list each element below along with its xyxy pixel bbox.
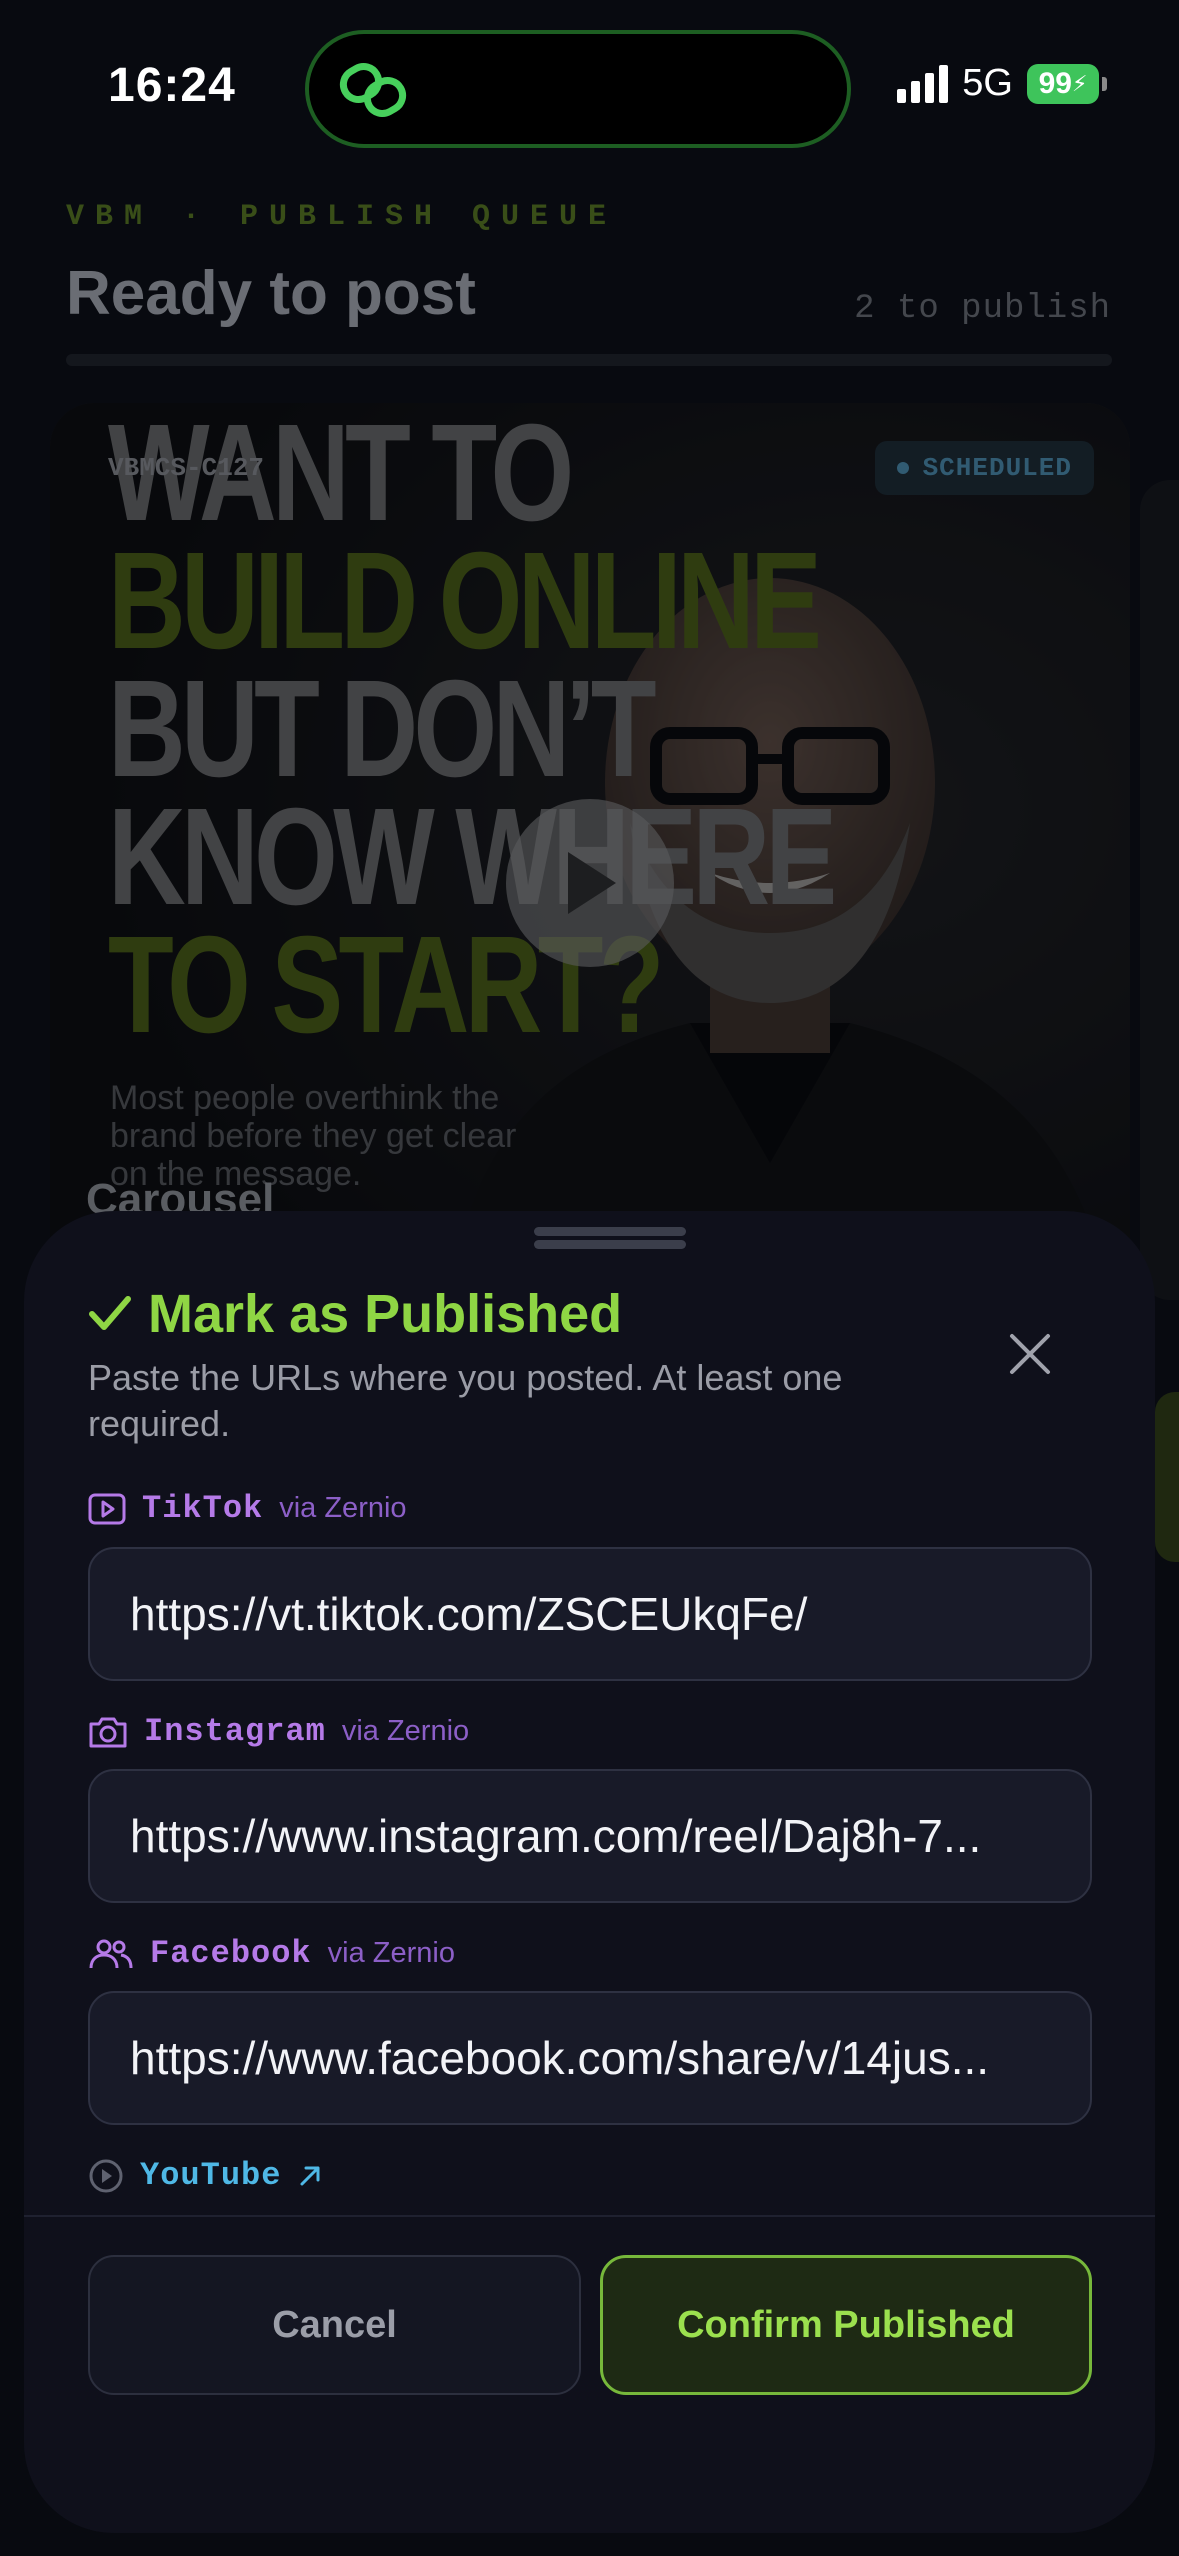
instagram-url-value: https://www.instagram.com/reel/Daj8h-7..… <box>130 1810 982 1862</box>
battery-icon: 99 ⚡ <box>1027 63 1107 104</box>
battery-level: 99 <box>1038 66 1072 100</box>
signal-icon <box>897 64 949 103</box>
facebook-label: Facebook via Zernio <box>88 1935 455 1972</box>
network-type: 5G <box>962 62 1013 104</box>
play-square-icon <box>88 1493 126 1524</box>
tiktok-url-value: https://vt.tiktok.com/ZSCEUkqFe/ <box>130 1588 808 1640</box>
tiktok-via: via Zernio <box>279 1492 407 1524</box>
instagram-via: via Zernio <box>341 1715 470 1747</box>
external-link-icon <box>300 2166 320 2185</box>
status-time: 16:24 <box>108 59 236 112</box>
play-circle-icon <box>89 2159 123 2192</box>
sheet-title: Mark as Published <box>88 1283 622 1345</box>
cancel-button[interactable]: Cancel <box>88 2255 581 2395</box>
confirm-published-button[interactable]: Confirm Published <box>600 2255 1092 2395</box>
tiktok-name: TikTok <box>142 1490 264 1527</box>
facebook-url-input[interactable]: https://www.facebook.com/share/v/14jus..… <box>88 1991 1092 2125</box>
instagram-name: Instagram <box>144 1713 326 1750</box>
youtube-label[interactable]: YouTube <box>88 2157 323 2194</box>
mark-published-sheet: Mark as Published Paste the URLs where y… <box>24 1211 1155 2533</box>
facebook-name: Facebook <box>150 1935 312 1972</box>
camera-icon <box>89 1717 127 1747</box>
instagram-label: Instagram via Zernio <box>88 1713 469 1750</box>
tiktok-url-input[interactable]: https://vt.tiktok.com/ZSCEUkqFe/ <box>88 1547 1092 1681</box>
sheet-subtitle: Paste the URLs where you posted. At leas… <box>88 1357 843 1444</box>
link-app-icon <box>339 63 407 117</box>
checkmark-icon <box>89 1296 131 1330</box>
status-indicators: 5G 99 ⚡ <box>897 62 1107 105</box>
close-button[interactable] <box>1004 1328 1056 1380</box>
tiktok-label: TikTok via Zernio <box>88 1490 407 1527</box>
facebook-via: via Zernio <box>327 1937 455 1969</box>
sheet-title-text: Mark as Published <box>148 1284 623 1344</box>
users-icon <box>89 1939 133 1968</box>
youtube-name: YouTube <box>140 2157 282 2194</box>
sheet-drag-handle[interactable] <box>534 1227 686 1249</box>
instagram-url-input[interactable]: https://www.instagram.com/reel/Daj8h-7..… <box>88 1769 1092 1903</box>
close-icon <box>1010 1334 1050 1374</box>
dynamic-island <box>305 30 851 148</box>
facebook-url-value: https://www.facebook.com/share/v/14jus..… <box>130 2032 990 2084</box>
